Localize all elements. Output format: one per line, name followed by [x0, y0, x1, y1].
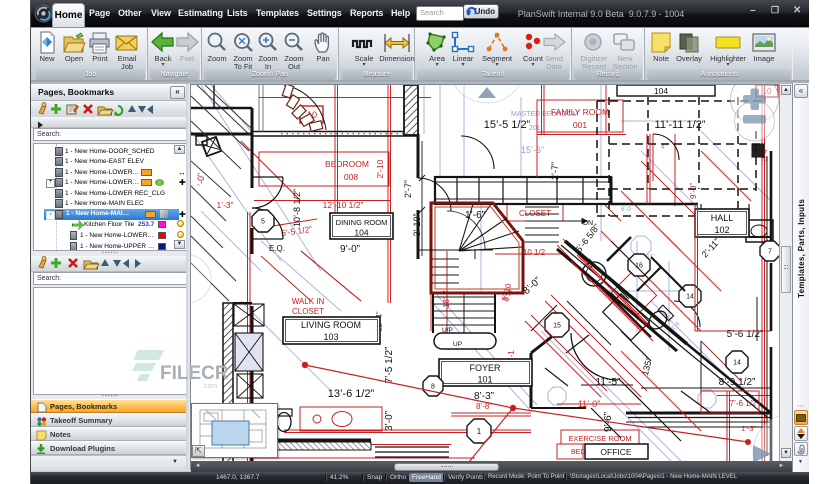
svg-text:1: 1 [477, 427, 482, 436]
svg-text:101: 101 [477, 375, 492, 385]
svg-text:U/P: U/P [442, 327, 453, 334]
svg-text:BEDROOM: BEDROOM [325, 159, 369, 169]
svg-text:HALL: HALL [711, 213, 734, 223]
svg-text:EXERCISE ROOM: EXERCISE ROOM [568, 434, 631, 443]
svg-text:104: 104 [654, 86, 668, 96]
svg-text:2’-7”: 2’-7” [550, 162, 560, 180]
svg-text:1’-3”: 1’-3” [741, 424, 757, 433]
svg-text:001: 001 [573, 120, 587, 130]
svg-text:15’-5 1/2”: 15’-5 1/2” [484, 119, 531, 131]
svg-text:104: 104 [354, 228, 368, 238]
svg-text:103: 103 [323, 332, 338, 342]
svg-text:WALK IN: WALK IN [292, 297, 325, 306]
svg-text:7’-6 1/2: 7’-6 1/2 [730, 399, 757, 408]
svg-text:6’-0: 6’-0 [621, 207, 632, 213]
svg-text:9’-0”: 9’-0” [340, 244, 360, 255]
svg-text:CLOSET: CLOSET [292, 307, 324, 316]
svg-text:7’-5 1/2”: 7’-5 1/2” [384, 347, 395, 384]
svg-text:7: 7 [768, 249, 772, 256]
svg-text:14: 14 [686, 294, 694, 301]
svg-text:FILECR: FILECR [160, 363, 229, 384]
svg-text:DINING ROOM: DINING ROOM [336, 218, 388, 227]
svg-text:1’-6”: 1’-6” [465, 210, 485, 221]
svg-text:008: 008 [344, 172, 358, 182]
svg-text:8: 8 [431, 384, 435, 391]
svg-text:8’-0”: 8’-0” [521, 275, 543, 297]
svg-text:11’-5”: 11’-5” [596, 377, 621, 388]
svg-text:4”: 4” [661, 144, 668, 151]
svg-text:9’-0”: 9’-0” [689, 183, 698, 199]
svg-text:5: 5 [261, 219, 265, 226]
svg-text:.com: .com [202, 383, 217, 390]
svg-text:201: 201 [529, 125, 541, 132]
svg-text:LIVING ROOM: LIVING ROOM [301, 320, 361, 330]
svg-text:10’-8 1/2”: 10’-8 1/2” [292, 189, 302, 227]
svg-text:’-0”: ’-0” [196, 173, 206, 186]
svg-text:15’-6”: 15’-6” [521, 145, 544, 155]
svg-text:3’-0”: 3’-0” [384, 411, 395, 431]
svg-text:11’-11 1/2”: 11’-11 1/2” [655, 119, 706, 131]
svg-text:12’-10 1/2”: 12’-10 1/2” [323, 200, 364, 210]
svg-text:UP: UP [453, 341, 462, 348]
svg-text:2’-7”: 2’-7” [403, 180, 413, 198]
svg-text:FOYER: FOYER [469, 363, 501, 373]
svg-text:2’-10: 2’-10 [375, 159, 385, 178]
svg-text:OFFICE: OFFICE [600, 447, 631, 457]
svg-text:1’-3”: 1’-3” [216, 200, 233, 210]
svg-text:135°: 135° [640, 356, 655, 377]
svg-text:10 1/2: 10 1/2 [523, 248, 546, 257]
svg-text:FAMILY ROOM: FAMILY ROOM [551, 107, 609, 117]
svg-text:13’-6 1/2”: 13’-6 1/2” [328, 388, 375, 400]
svg-text:E.Q.: E.Q. [269, 244, 285, 253]
svg-text:2’-11”: 2’-11” [700, 236, 723, 259]
svg-text:102: 102 [714, 225, 729, 235]
svg-text:15: 15 [553, 323, 561, 330]
svg-text:3’-10”: 3’-10” [412, 213, 422, 236]
svg-text:14: 14 [733, 360, 741, 367]
